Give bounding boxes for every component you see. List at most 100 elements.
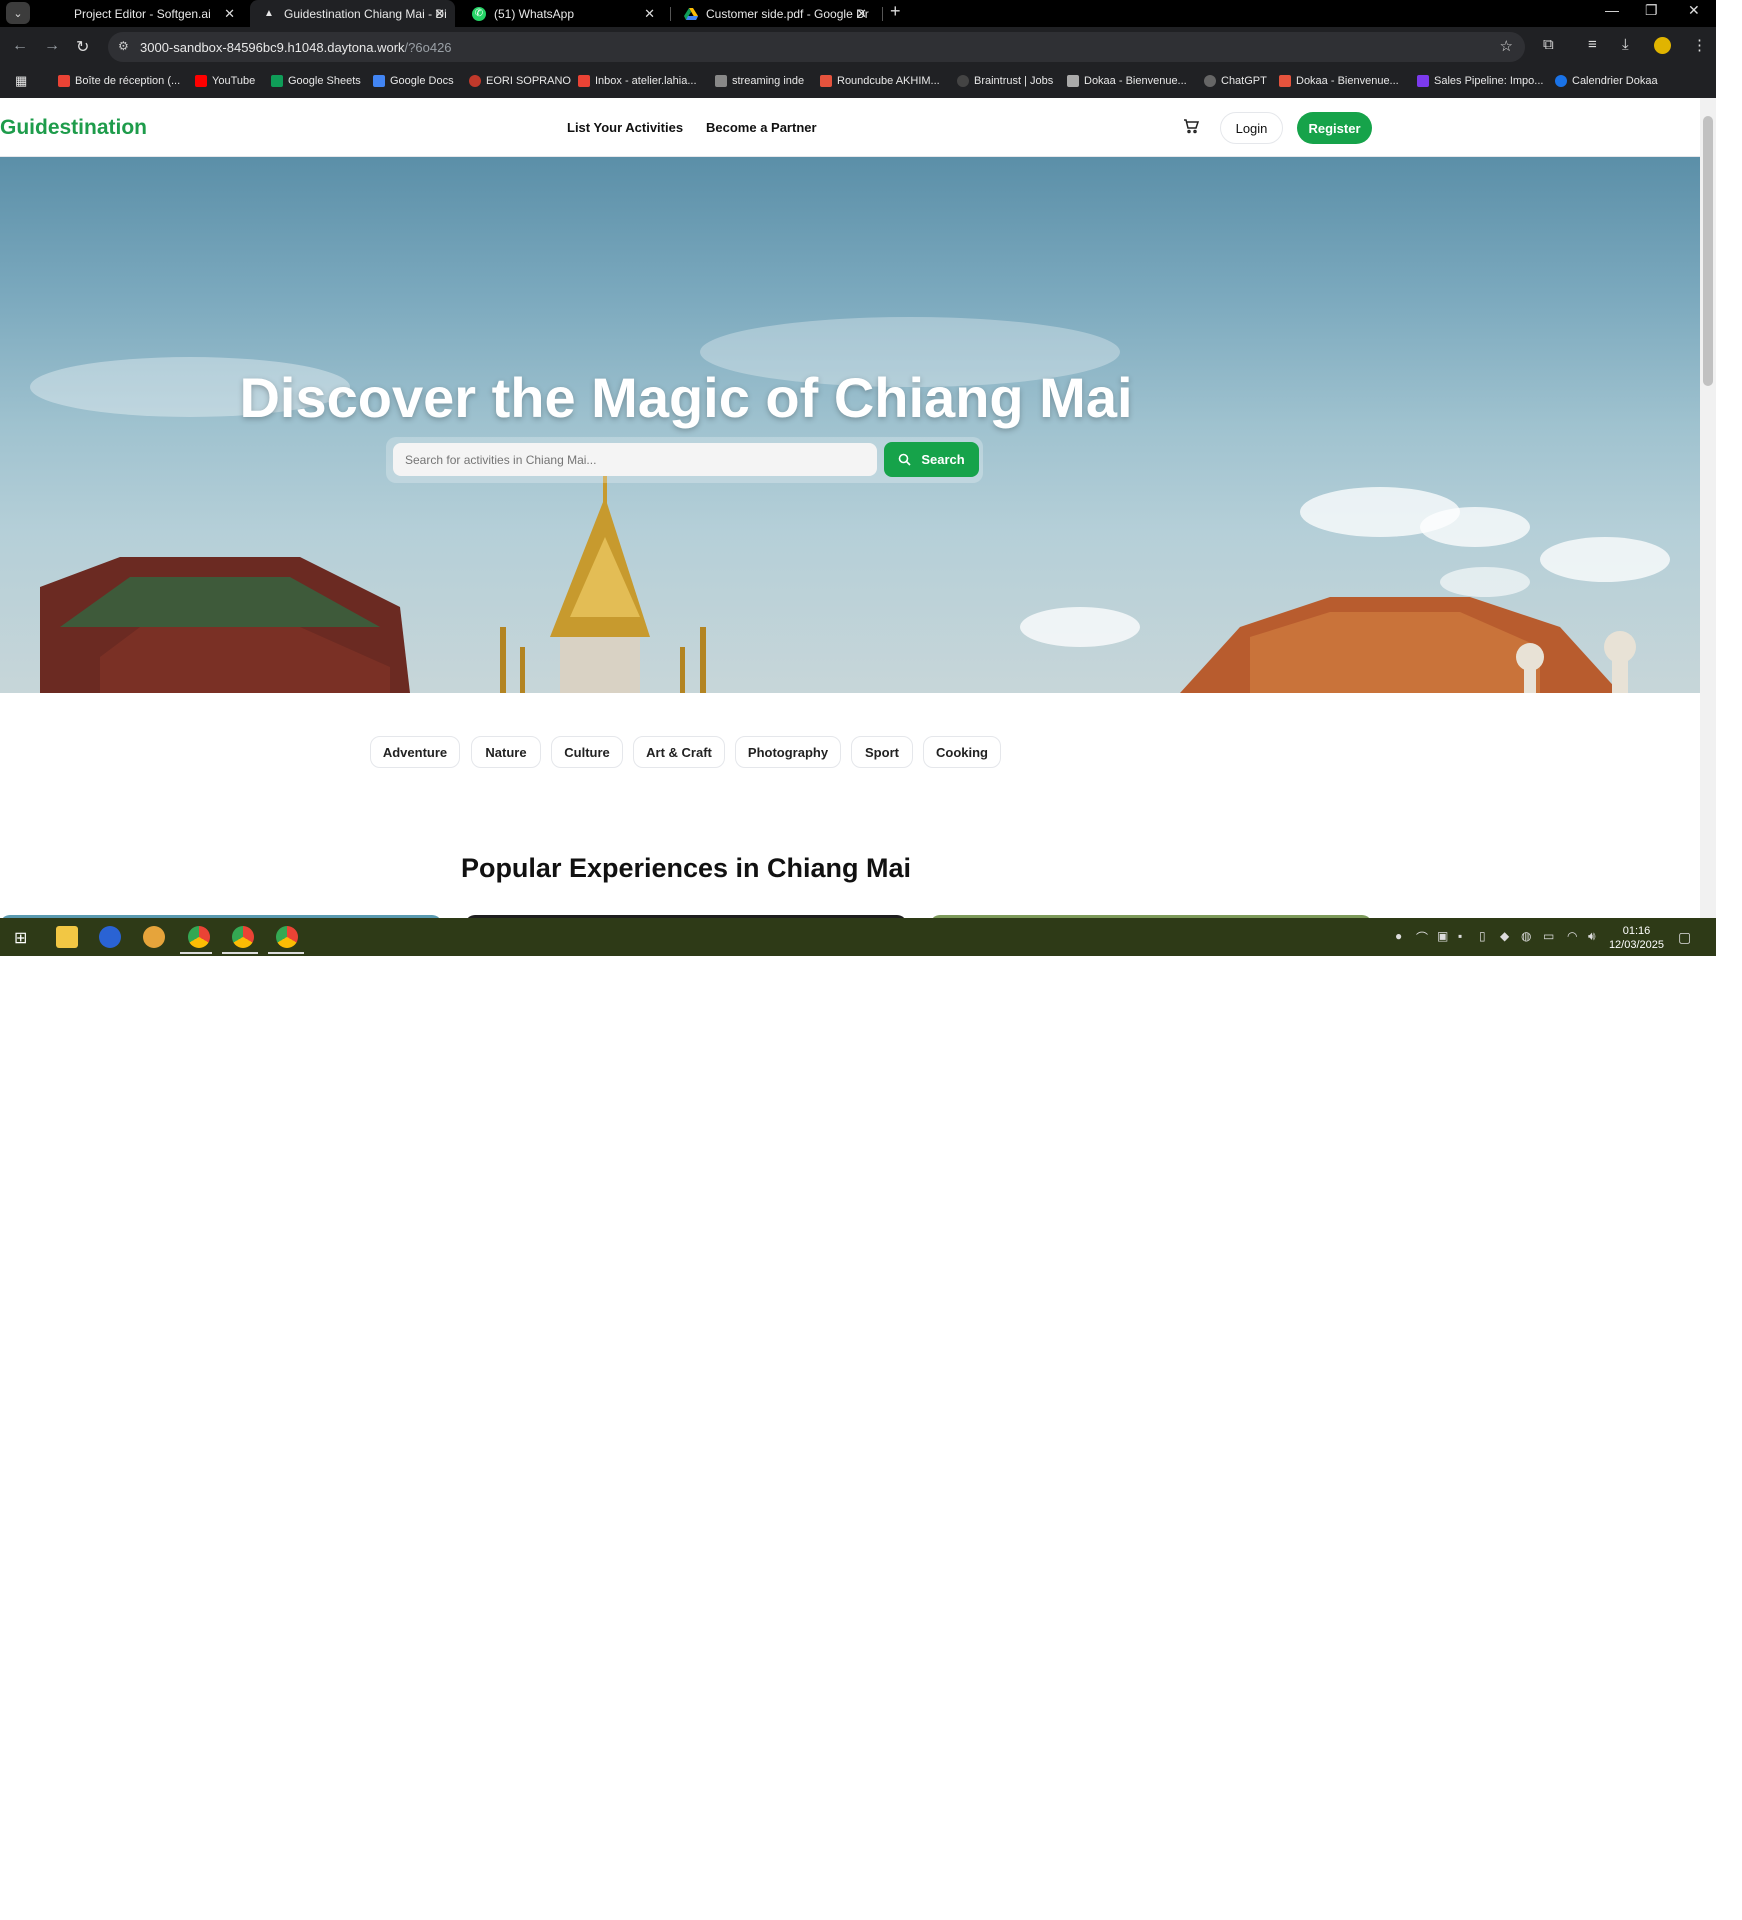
bookmark-braintrust[interactable]: Braintrust | Jobs [957,75,1053,87]
media-icon[interactable]: ≡ [1588,36,1597,53]
docs-icon [373,75,385,87]
tab-title: Customer side.pdf - Google Dr [706,6,869,21]
bookmark-sales-pipeline[interactable]: Sales Pipeline: Impo... [1417,75,1543,87]
back-icon[interactable]: ← [12,37,28,55]
register-button[interactable]: Register [1297,112,1372,144]
volume-icon[interactable]: 🔊︎ [1588,929,1596,944]
close-icon[interactable]: ✕ [434,6,445,22]
tab-title: Guidestination Chiang Mai - Di [284,6,447,21]
bookmark-star-icon[interactable]: ☆ [1500,37,1513,55]
category-sport[interactable]: Sport [851,736,913,768]
bookmark-label: streaming inde [732,75,805,87]
bookmark-streaming[interactable]: streaming inde [715,75,804,87]
eori-icon [469,75,481,87]
bookmark-label: Google Docs [390,75,454,87]
category-art-craft[interactable]: Art & Craft [633,736,725,768]
triangle-icon: ▲ [264,8,274,19]
close-icon[interactable]: ✕ [856,6,867,22]
browser-toolbar: ← → ↻ ⚙ 3000-sandbox-84596bc9.h1048.dayt… [0,27,1716,67]
tab-title: (51) WhatsApp [494,6,575,21]
login-button[interactable]: Login [1220,112,1283,144]
tray-app-icon[interactable]: ▣ [1437,929,1448,943]
wifi-icon[interactable]: ◠ [1567,929,1577,943]
tray-app-icon[interactable]: ◆ [1500,929,1509,943]
site-logo[interactable]: Guidestination [0,116,147,140]
google-drive-icon [684,7,698,21]
tray-battery-icon[interactable]: ▯ [1479,929,1486,943]
restore-icon[interactable]: ❐ [1645,2,1658,19]
reload-icon[interactable]: ↻ [76,37,89,57]
more-menu-icon[interactable]: ⋮ [1692,36,1707,54]
close-window-icon[interactable]: ✕ [1688,2,1700,19]
site-info-icon[interactable]: ⚙ [118,39,129,53]
tab-google-drive[interactable]: Customer side.pdf - Google Dr ✕ [672,0,877,27]
bookmark-chatgpt[interactable]: ChatGPT [1204,75,1267,87]
pipeline-icon [1417,75,1429,87]
new-tab-icon[interactable]: + [890,1,901,22]
tray-nvidia-icon[interactable]: ▪ [1458,929,1462,943]
close-icon[interactable]: ✕ [644,6,655,22]
category-adventure[interactable]: Adventure [370,736,460,768]
category-cooking[interactable]: Cooking [923,736,1001,768]
bookmark-eori[interactable]: EORI SOPRANO [469,75,571,87]
tab-guidestination[interactable]: ▲ Guidestination Chiang Mai - Di ✕ [250,0,455,27]
category-culture[interactable]: Culture [551,736,623,768]
cart-icon[interactable] [1183,118,1200,138]
apps-grid-icon[interactable]: ▦ [15,73,27,89]
bookmark-google-docs[interactable]: Google Docs [373,75,454,87]
bookmark-gmail[interactable]: Boîte de réception (... [58,75,180,87]
minimize-icon[interactable]: — [1605,2,1619,18]
become-partner-link[interactable]: Become a Partner [706,120,817,135]
tab-project-editor[interactable]: Project Editor - Softgen.ai ✕ [40,0,245,27]
page-scrollbar[interactable] [1700,98,1716,918]
bookmark-roundcube[interactable]: Roundcube AKHIM... [820,75,940,87]
tab-separator [882,7,883,21]
chrome-icon[interactable] [232,926,254,948]
close-icon[interactable]: ✕ [224,6,235,22]
dokaa-icon [1279,75,1291,87]
profile-avatar-icon[interactable] [1654,37,1671,54]
tray-power-icon[interactable]: ▭ [1543,929,1554,943]
forward-icon[interactable]: → [44,37,60,55]
download-icon[interactable]: ⤓ [1622,36,1629,53]
popular-experiences-heading: Popular Experiences in Chiang Mai [460,853,912,883]
system-clock[interactable]: 01:16 12/03/2025 [1609,924,1664,952]
category-nature[interactable]: Nature [471,736,541,768]
active-app-indicator [180,952,212,954]
bookmark-label: Calendrier Dokaa [1572,75,1658,87]
bookmark-inbox[interactable]: Inbox - atelier.lahia... [578,75,697,87]
extensions-icon[interactable]: ⧉ [1543,36,1554,53]
chrome-canary-icon[interactable] [143,926,165,948]
list-activities-link[interactable]: List Your Activities [567,120,683,135]
hero-title: Discover the Magic of Chiang Mai [239,366,1133,429]
tray-chrome-icon[interactable]: ● [1395,929,1402,943]
bookmark-dokaa-2[interactable]: Dokaa - Bienvenue... [1279,75,1399,87]
bookmark-youtube[interactable]: YouTube [195,75,255,87]
search-input[interactable] [393,443,877,476]
windows-start-icon[interactable]: ⊞ [14,928,27,948]
search-button-label: Search [921,452,965,467]
site-header: Guidestination List Your Activities Beco… [0,98,1700,157]
notifications-icon[interactable]: ▢ [1678,929,1691,946]
category-photography[interactable]: Photography [735,736,841,768]
tab-search-icon[interactable]: ⌄ [6,2,30,24]
tray-app-icon[interactable]: ⌒ [1416,929,1428,946]
tab-whatsapp[interactable]: ✆ (51) WhatsApp ✕ [460,0,665,27]
tab-separator [670,7,671,21]
streaming-icon [715,75,727,87]
chrome-icon[interactable] [276,926,298,948]
file-explorer-icon[interactable] [56,926,78,948]
bookmark-dokaa-1[interactable]: Dokaa - Bienvenue... [1067,75,1187,87]
chrome-icon[interactable] [188,926,210,948]
chatgpt-icon [1204,75,1216,87]
softgen-icon [52,7,66,21]
bookmark-label: Google Sheets [288,75,361,87]
scrollbar-thumb[interactable] [1703,116,1713,386]
bookmark-google-sheets[interactable]: Google Sheets [271,75,361,87]
address-bar[interactable]: ⚙ 3000-sandbox-84596bc9.h1048.daytona.wo… [108,32,1525,62]
bookmark-calendrier[interactable]: Calendrier Dokaa [1555,75,1658,87]
search-button[interactable]: Search [884,442,979,477]
bookmark-label: Braintrust | Jobs [974,75,1054,87]
app-icon[interactable] [99,926,121,948]
tray-edge-icon[interactable]: ◍ [1521,929,1531,943]
